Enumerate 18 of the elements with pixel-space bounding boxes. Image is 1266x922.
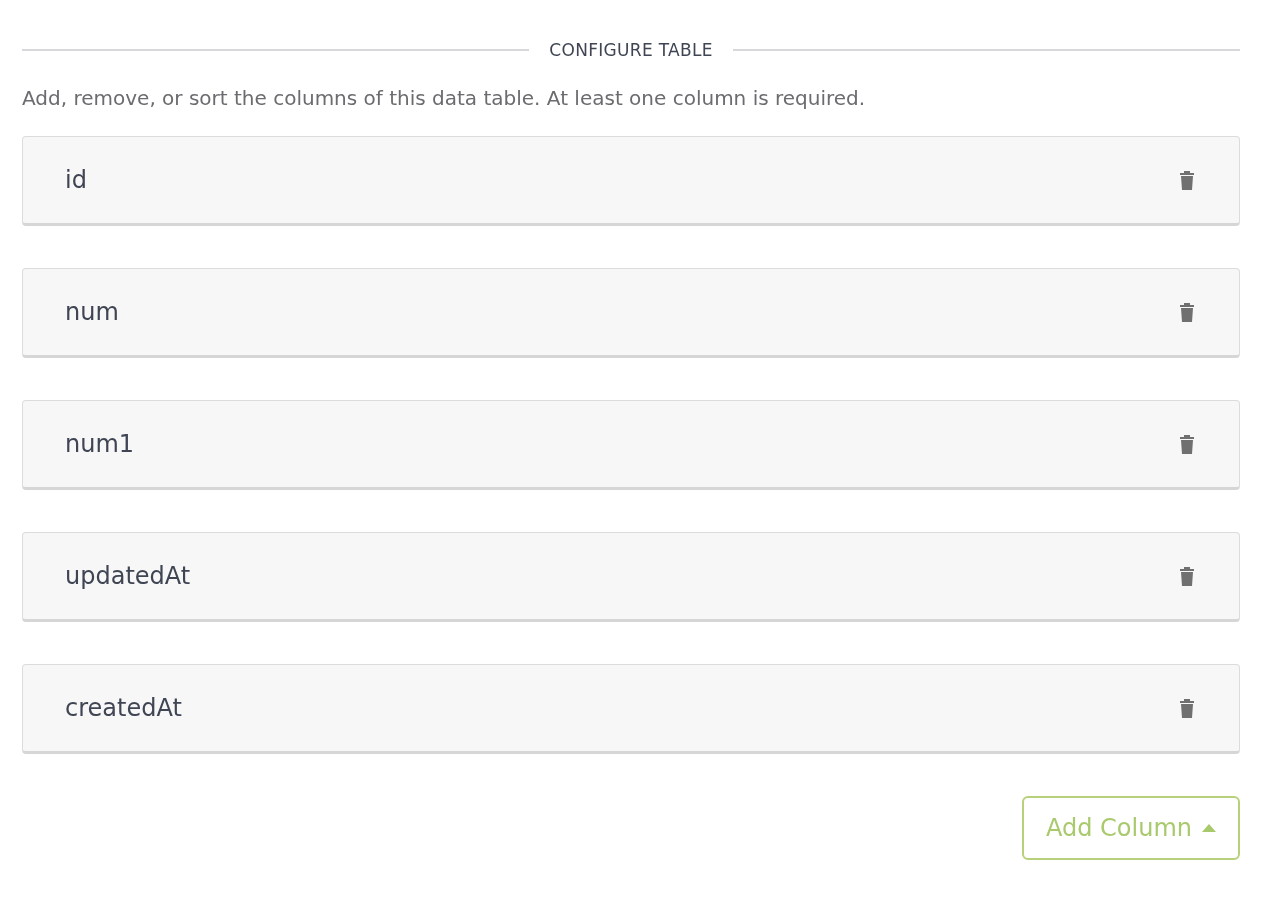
trash-icon[interactable]: [1179, 302, 1195, 322]
column-row[interactable]: createdAt: [22, 664, 1240, 754]
column-name: id: [65, 166, 87, 194]
trash-icon[interactable]: [1179, 434, 1195, 454]
section-title: CONFIGURE TABLE: [549, 40, 713, 60]
trash-icon[interactable]: [1179, 566, 1195, 586]
caret-icon: [1202, 824, 1216, 832]
column-row[interactable]: updatedAt: [22, 532, 1240, 622]
description-text: Add, remove, or sort the columns of this data table. At least one column is required.: [22, 86, 867, 110]
column-row[interactable]: id: [22, 136, 1240, 226]
column-name: num: [65, 298, 119, 326]
column-row[interactable]: num: [22, 268, 1240, 358]
column-name: createdAt: [65, 694, 182, 722]
column-name: num1: [65, 430, 135, 458]
trash-icon[interactable]: [1179, 170, 1195, 190]
trash-icon[interactable]: [1179, 698, 1195, 718]
column-name: updatedAt: [65, 562, 191, 590]
column-row[interactable]: num1: [22, 400, 1240, 490]
